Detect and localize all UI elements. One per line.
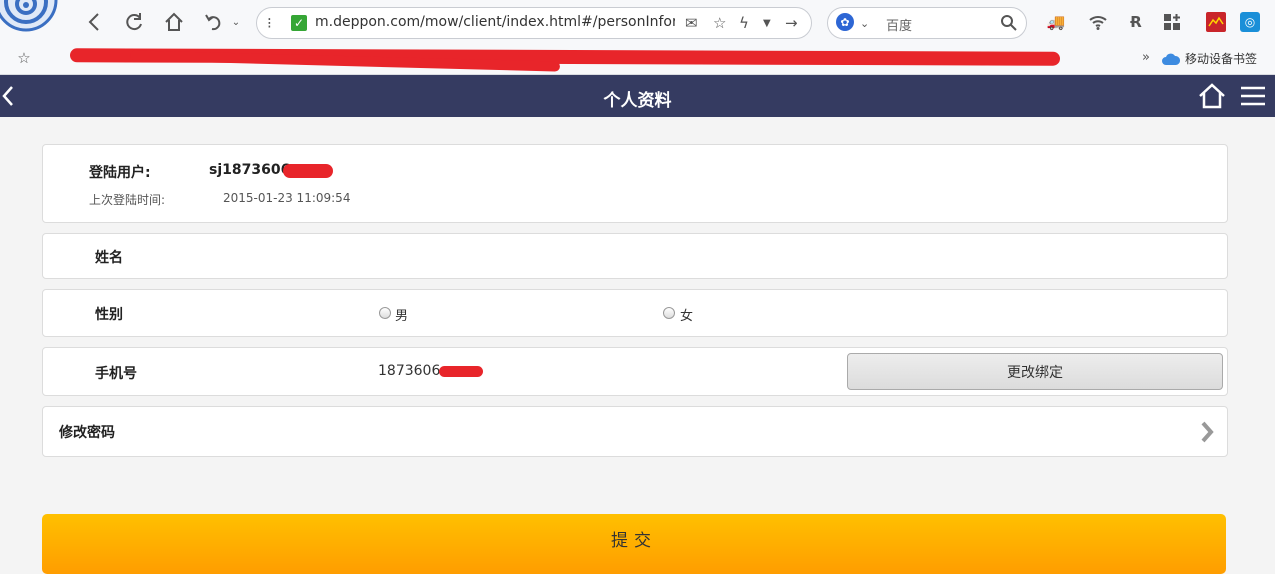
name-field-row[interactable]: 姓名 bbox=[42, 233, 1228, 279]
gender-male-label[interactable]: 男 bbox=[395, 305, 408, 324]
adblock-icon[interactable]: Ɍ bbox=[1124, 10, 1148, 34]
secure-check-icon: ✓ bbox=[291, 15, 307, 31]
home-button[interactable] bbox=[162, 10, 186, 34]
redaction-mark bbox=[283, 164, 333, 178]
dropdown-icon[interactable]: ▼ bbox=[763, 14, 771, 32]
phone-value: 1873606 bbox=[378, 363, 441, 379]
phone-field-row: 手机号 1873606 更改绑定 bbox=[42, 347, 1228, 396]
star-icon[interactable]: ☆ bbox=[713, 14, 726, 32]
change-binding-button[interactable]: 更改绑定 bbox=[847, 353, 1223, 390]
change-password-row[interactable]: 修改密码 bbox=[42, 406, 1228, 457]
undo-icon bbox=[205, 14, 221, 31]
home-icon bbox=[165, 12, 183, 31]
mail-icon[interactable]: ✉ bbox=[685, 14, 698, 32]
baidu-paw-icon: ✿ bbox=[836, 13, 854, 31]
phone-label: 手机号 bbox=[95, 366, 137, 382]
search-icon[interactable] bbox=[1000, 14, 1018, 32]
gender-label: 性别 bbox=[95, 307, 123, 323]
undo-button[interactable] bbox=[202, 10, 226, 34]
redaction-mark bbox=[439, 366, 483, 377]
bookmark-star-icon[interactable]: ☆ bbox=[12, 46, 36, 70]
cloud-icon bbox=[1162, 53, 1180, 65]
last-login-label: 上次登陆时间: bbox=[89, 193, 166, 207]
gender-field-row: 性别 男 女 bbox=[42, 289, 1228, 337]
undo-dropdown-icon[interactable]: ⌄ bbox=[224, 10, 248, 34]
back-button[interactable] bbox=[82, 10, 106, 34]
page-header: 个人资料 bbox=[0, 75, 1275, 117]
login-user-value: sj1873606 bbox=[209, 162, 291, 178]
more-bookmarks-chevron[interactable]: » bbox=[1142, 50, 1150, 65]
truck-icon[interactable]: 🚚 bbox=[1044, 10, 1068, 34]
mobile-bookmarks-button[interactable]: 移动设备书签 bbox=[1162, 50, 1257, 67]
wifi-icon[interactable] bbox=[1086, 10, 1110, 34]
refresh-button[interactable] bbox=[122, 10, 146, 34]
apps-icon[interactable] bbox=[1160, 10, 1184, 34]
mobile-bookmarks-label: 移动设备书签 bbox=[1185, 52, 1258, 66]
browser-chrome: ⌄ ⁝ ✓ m.deppon.com/mow/client/index.html… bbox=[0, 0, 1275, 75]
address-bar[interactable]: ⁝ ✓ m.deppon.com/mow/client/index.html#/… bbox=[256, 7, 812, 39]
chevron-right-icon bbox=[1201, 421, 1214, 443]
back-arrow-icon bbox=[88, 13, 99, 31]
submit-button[interactable]: 提交 bbox=[42, 514, 1226, 574]
account-card: 登陆用户: sj1873606 上次登陆时间: 2015-01-23 11:09… bbox=[42, 144, 1228, 223]
search-placeholder: 百度 bbox=[886, 19, 913, 34]
refresh-icon bbox=[126, 13, 142, 31]
gender-female-label[interactable]: 女 bbox=[680, 305, 693, 324]
chart-extension-icon[interactable] bbox=[1206, 12, 1226, 32]
extension-icon[interactable]: ◎ bbox=[1240, 12, 1260, 32]
gender-female-radio[interactable] bbox=[663, 307, 675, 319]
menu-icon[interactable] bbox=[1240, 85, 1266, 107]
search-engine-dropdown-icon[interactable]: ⌄ bbox=[860, 14, 869, 32]
change-password-label: 修改密码 bbox=[59, 425, 115, 441]
go-arrow-icon[interactable]: → bbox=[785, 14, 798, 32]
lightning-icon[interactable]: ϟ bbox=[739, 14, 749, 32]
search-bar[interactable]: ✿ ⌄ 百度 bbox=[827, 7, 1027, 39]
bookmark-bar: ☆ » bbox=[0, 44, 1275, 74]
gender-male-radio[interactable] bbox=[379, 307, 391, 319]
last-login-value: 2015-01-23 11:09:54 bbox=[223, 191, 351, 205]
home-icon[interactable] bbox=[1198, 83, 1226, 109]
page-title: 个人资料 bbox=[603, 91, 672, 111]
connection-icon: ⁝ bbox=[267, 14, 272, 32]
login-user-label: 登陆用户: bbox=[89, 165, 151, 181]
url-text[interactable]: m.deppon.com/mow/client/index.html#/pers… bbox=[315, 14, 675, 30]
browser-logo-icon bbox=[0, 0, 58, 32]
name-label: 姓名 bbox=[95, 250, 123, 266]
